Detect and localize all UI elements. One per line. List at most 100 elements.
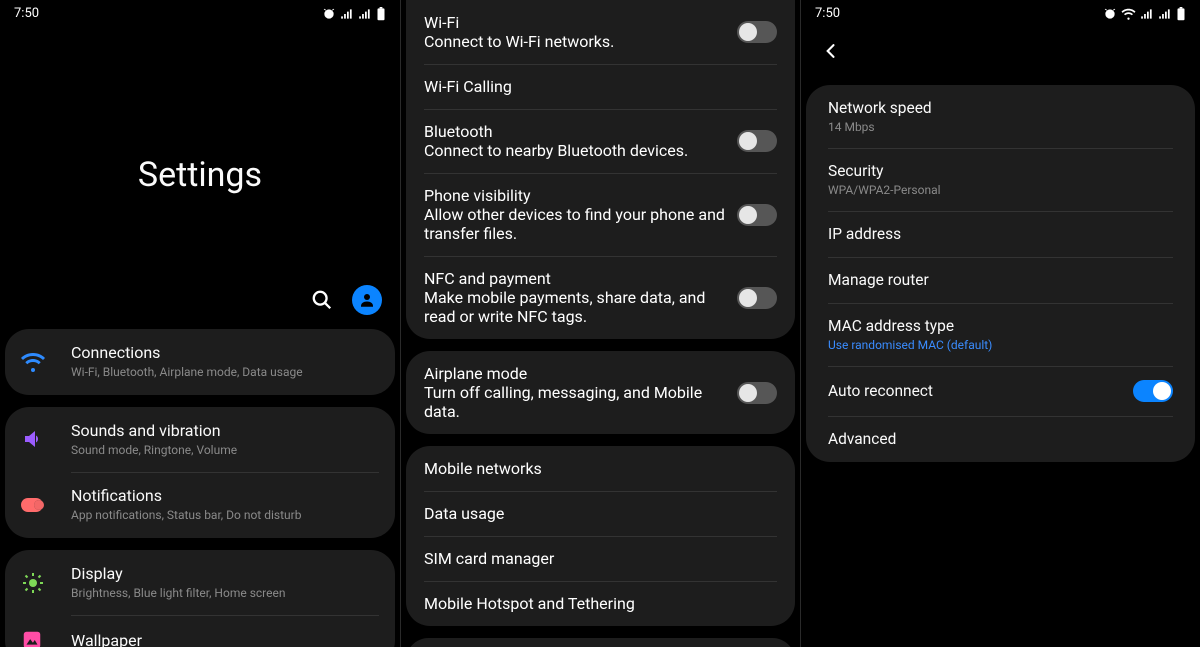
settings-row-notifications[interactable]: Notifications App notifications, Status b… <box>5 472 395 538</box>
row-title: IP address <box>828 225 1173 243</box>
row-subtitle: WPA/WPA2-Personal <box>828 183 1173 197</box>
row-title: Advanced <box>828 430 1173 448</box>
detail-row-mac-address-type[interactable]: MAC address type Use randomised MAC (defa… <box>806 303 1195 366</box>
status-icons-right <box>322 7 386 21</box>
action-row <box>0 195 400 329</box>
sound-icon <box>21 427 71 451</box>
connection-row-bluetooth[interactable]: BluetoothConnect to nearby Bluetooth dev… <box>406 109 795 173</box>
row-title: Wi-Fi <box>424 13 727 32</box>
row-text: Wi-FiConnect to Wi-Fi networks. <box>424 13 737 51</box>
row-subtitle: Connect to Wi-Fi networks. <box>424 32 727 51</box>
row-text: Manage router <box>828 271 1173 289</box>
detail-row-manage-router[interactable]: Manage router <box>806 257 1195 303</box>
row-text: DisplayBrightness, Blue light filter, Ho… <box>71 564 379 602</box>
row-title: Wi-Fi Calling <box>424 77 767 96</box>
alarm-icon <box>1103 7 1117 21</box>
display-icon <box>21 571 71 595</box>
toggle-wi-fi[interactable] <box>737 21 777 43</box>
connection-row-mobile-hotspot-and-tethering[interactable]: Mobile Hotspot and Tethering <box>406 581 795 626</box>
back-button[interactable] <box>819 39 843 63</box>
row-title: Manage router <box>828 271 1173 289</box>
row-text: Wi-Fi Calling <box>424 77 777 96</box>
toggle-nfc-and-payment[interactable] <box>737 287 777 309</box>
row-text: Data usage <box>424 504 777 523</box>
connection-group: Wi-FiConnect to Wi-Fi networks. Wi-Fi Cal… <box>406 0 795 339</box>
connection-group: More connection settings <box>406 638 795 647</box>
statusbar: 7:50 <box>801 0 1200 25</box>
row-title: Sounds and vibration <box>71 421 379 440</box>
row-text: Sounds and vibration Sound mode, Ringtone… <box>71 421 379 459</box>
row-title: Mobile Hotspot and Tethering <box>424 594 767 613</box>
settings-row-sounds-and-vibration[interactable]: Sounds and vibration Sound mode, Ringtone… <box>5 407 395 473</box>
phone-screen-network-detail: 7:50 Network speed14 Mbps Security WPA/WPA… <box>800 0 1200 647</box>
account-avatar[interactable] <box>352 285 382 315</box>
toggle-auto-reconnect[interactable] <box>1133 380 1173 402</box>
alarm-icon <box>322 7 336 21</box>
row-title: MAC address type <box>828 317 1173 335</box>
connection-row-more-connection-settings[interactable]: More connection settings <box>406 638 795 647</box>
connection-row-sim-card-manager[interactable]: SIM card manager <box>406 536 795 581</box>
connection-group: Airplane modeTurn off calling, messaging… <box>406 351 795 434</box>
toggle-phone-visibility[interactable] <box>737 204 777 226</box>
detail-row-security[interactable]: Security WPA/WPA2-Personal <box>806 148 1195 211</box>
connection-row-nfc-and-payment[interactable]: NFC and paymentMake mobile payments, sha… <box>406 256 795 339</box>
row-text: Mobile networks <box>424 459 777 478</box>
signal-icon-2 <box>1158 7 1172 21</box>
settings-row-connections[interactable]: Connections Wi-Fi, Bluetooth, Airplane mo… <box>5 329 395 395</box>
row-text: Phone visibilityAllow other devices to f… <box>424 186 737 243</box>
row-title: NFC and payment <box>424 269 727 288</box>
row-title: Bluetooth <box>424 122 727 141</box>
row-subtitle: Use randomised MAC (default) <box>828 338 1173 352</box>
toggle-bluetooth[interactable] <box>737 130 777 152</box>
row-subtitle: App notifications, Status bar, Do not di… <box>71 508 379 524</box>
row-title: Notifications <box>71 486 379 505</box>
detail-row-auto-reconnect[interactable]: Auto reconnect <box>806 366 1195 416</box>
row-text: MAC address type Use randomised MAC (defa… <box>828 317 1173 352</box>
row-title: Wallpaper <box>71 631 379 647</box>
row-subtitle: Allow other devices to find your phone a… <box>424 205 727 243</box>
row-subtitle: Wi-Fi, Bluetooth, Airplane mode, Data us… <box>71 365 379 381</box>
back-row <box>801 25 1200 85</box>
row-text: Auto reconnect <box>828 382 1133 400</box>
detail-row-network-speed[interactable]: Network speed14 Mbps <box>806 85 1195 148</box>
wifi-icon <box>21 350 71 374</box>
row-title: Airplane mode <box>424 364 727 383</box>
row-title: Mobile networks <box>424 459 767 478</box>
row-title: Connections <box>71 343 379 362</box>
row-text: Advanced <box>828 430 1173 448</box>
wifi-icon <box>1121 7 1136 21</box>
connection-row-data-usage[interactable]: Data usage <box>406 491 795 536</box>
statusbar: 7:50 <box>0 0 400 25</box>
settings-row-display[interactable]: DisplayBrightness, Blue light filter, Ho… <box>5 550 395 616</box>
detail-row-ip-address[interactable]: IP address <box>806 211 1195 257</box>
settings-row-wallpaper[interactable]: Wallpaper <box>5 615 395 647</box>
settings-card: Sounds and vibration Sound mode, Ringtone… <box>5 407 395 538</box>
status-icons-right <box>1103 7 1186 21</box>
row-text: Connections Wi-Fi, Bluetooth, Airplane mo… <box>71 343 379 381</box>
connection-row-airplane-mode[interactable]: Airplane modeTurn off calling, messaging… <box>406 351 795 434</box>
row-subtitle: Sound mode, Ringtone, Volume <box>71 443 379 459</box>
connection-row-wi-fi-calling[interactable]: Wi-Fi Calling <box>406 64 795 109</box>
row-text: NFC and paymentMake mobile payments, sha… <box>424 269 737 326</box>
status-time: 7:50 <box>14 6 39 21</box>
row-text: Security WPA/WPA2-Personal <box>828 162 1173 197</box>
signal-icon <box>340 7 354 21</box>
connection-row-mobile-networks[interactable]: Mobile networks <box>406 446 795 491</box>
toggle-airplane-mode[interactable] <box>737 382 777 404</box>
wallpaper-icon <box>21 629 71 647</box>
row-subtitle: Connect to nearby Bluetooth devices. <box>424 141 727 160</box>
connections-list: Wi-FiConnect to Wi-Fi networks. Wi-Fi Cal… <box>401 0 800 647</box>
row-title: Security <box>828 162 1173 180</box>
row-text: Airplane modeTurn off calling, messaging… <box>424 364 737 421</box>
row-text: Wallpaper <box>71 631 379 647</box>
connection-row-phone-visibility[interactable]: Phone visibilityAllow other devices to f… <box>406 173 795 256</box>
row-title: Phone visibility <box>424 186 727 205</box>
row-subtitle: Brightness, Blue light filter, Home scre… <box>71 586 379 602</box>
status-time: 7:50 <box>815 6 840 21</box>
detail-row-advanced[interactable]: Advanced <box>806 416 1195 462</box>
search-icon[interactable] <box>310 288 334 312</box>
phone-screen-settings: 7:50 Settings ConnectionsWi-Fi, Bluetoot… <box>0 0 400 647</box>
connection-row-wi-fi[interactable]: Wi-FiConnect to Wi-Fi networks. <box>406 0 795 64</box>
settings-list: Connections Wi-Fi, Bluetooth, Airplane mo… <box>0 329 400 647</box>
row-text: Mobile Hotspot and Tethering <box>424 594 777 613</box>
